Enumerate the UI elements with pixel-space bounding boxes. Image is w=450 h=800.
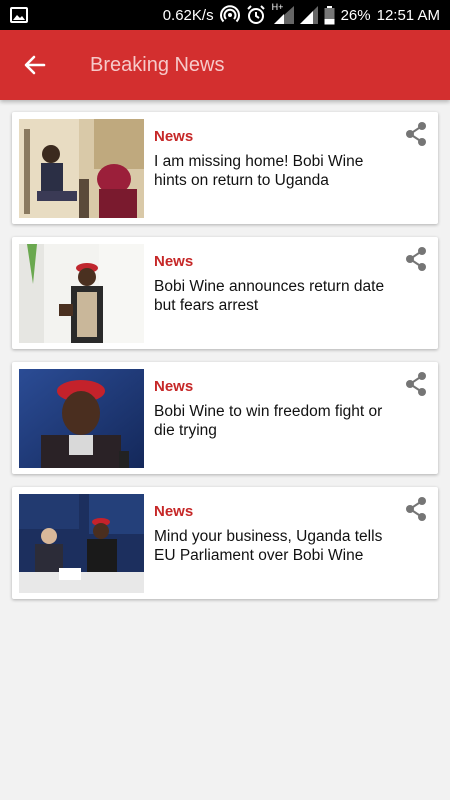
- network-signal: H+: [272, 2, 294, 24]
- status-indicators: 0.62K/s H+ 26% 12:51 AM: [162, 2, 440, 25]
- news-thumbnail: [19, 494, 144, 593]
- news-thumbnail: [19, 369, 144, 468]
- share-button[interactable]: [402, 370, 430, 398]
- alarm-icon: [246, 5, 265, 24]
- news-headline: Bobi Wine announces return date but fear…: [154, 278, 385, 314]
- app-toolbar: Breaking News: [0, 30, 450, 100]
- share-icon: [406, 247, 426, 271]
- news-card[interactable]: News Bobi Wine announces return date but…: [12, 237, 438, 349]
- news-card[interactable]: News I am missing home! Bobi Wine hints …: [12, 112, 438, 224]
- share-button[interactable]: [402, 495, 430, 523]
- signal-icon: [299, 6, 318, 24]
- page-title: Breaking News: [90, 53, 225, 76]
- signal-icon: [273, 6, 294, 24]
- share-button[interactable]: [402, 245, 430, 273]
- news-category: News: [154, 378, 194, 395]
- battery-icon: [324, 5, 335, 24]
- share-button[interactable]: [402, 120, 430, 148]
- news-thumbnail: [19, 244, 144, 343]
- news-list: News I am missing home! Bobi Wine hints …: [12, 112, 438, 612]
- news-headline: Bobi Wine to win freedom fight or die tr…: [154, 403, 383, 439]
- news-category: News: [154, 128, 194, 145]
- hotspot-icon: [219, 5, 240, 23]
- news-category: News: [154, 503, 194, 520]
- status-bar: 0.62K/s H+ 26% 12:51 AM: [0, 0, 450, 30]
- share-icon: [406, 497, 426, 521]
- net-speed: 0.62K/s: [162, 6, 214, 24]
- news-category: News: [154, 253, 194, 270]
- battery-percent: 26%: [340, 6, 371, 24]
- news-headline: Mind your business, Uganda tells EU Parl…: [154, 528, 383, 564]
- clock: 12:51 AM: [376, 6, 440, 24]
- news-headline: I am missing home! Bobi Wine hints on re…: [154, 153, 364, 189]
- share-icon: [406, 372, 426, 396]
- news-card[interactable]: News Bobi Wine to win freedom fight or d…: [12, 362, 438, 474]
- gallery-icon: [10, 7, 28, 23]
- news-card[interactable]: News Mind your business, Uganda tells EU…: [12, 487, 438, 599]
- back-arrow-icon: [24, 55, 46, 75]
- share-icon: [406, 122, 426, 146]
- back-button[interactable]: [0, 30, 70, 100]
- news-thumbnail: [19, 119, 144, 218]
